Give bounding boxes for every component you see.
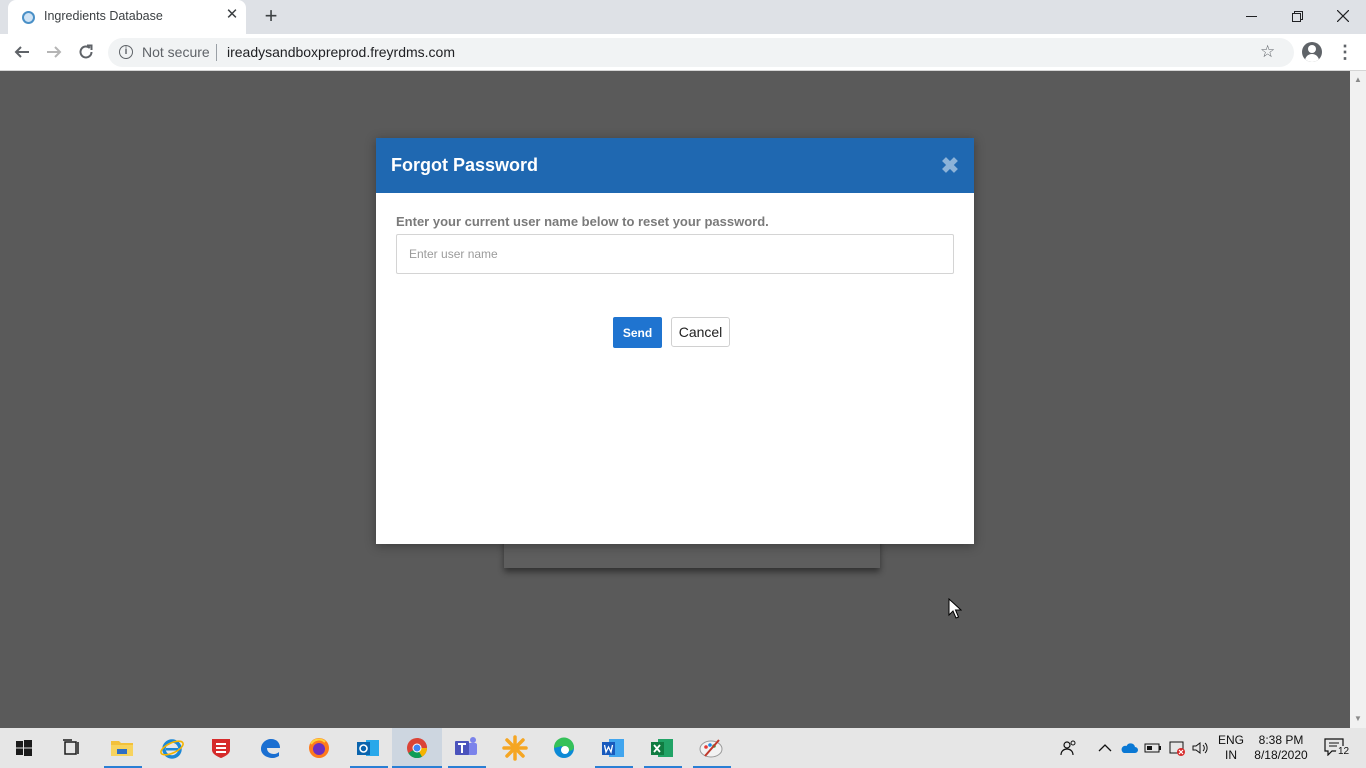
reload-button[interactable] — [74, 40, 98, 64]
clock-time: 8:38 PM — [1258, 733, 1304, 747]
minimize-icon — [1245, 15, 1257, 17]
globe-icon — [22, 11, 35, 24]
language-indicator[interactable]: ENG IN — [1218, 733, 1244, 763]
volume-icon[interactable] — [1191, 739, 1209, 757]
restore-icon — [1291, 10, 1303, 22]
username-input[interactable] — [396, 234, 954, 274]
reload-icon — [79, 44, 93, 59]
browser-tab[interactable]: Ingredients Database ✕ — [8, 0, 246, 34]
address-bar[interactable]: i Not secure ireadysandboxpreprod.freyrd… — [108, 38, 1294, 67]
system-clock[interactable]: 8:38 PM 8/18/2020 — [1252, 733, 1310, 763]
chrome-icon[interactable] — [403, 734, 431, 762]
asterisk-app-icon[interactable] — [501, 734, 529, 762]
edge-chromium-icon[interactable] — [550, 734, 578, 762]
scroll-up-icon[interactable]: ▲ — [1350, 73, 1366, 87]
task-view-icon[interactable] — [58, 734, 86, 762]
dialog-title: Forgot Password — [391, 155, 539, 175]
internet-explorer-icon[interactable] — [158, 734, 186, 762]
language-code: ENG — [1218, 733, 1245, 747]
bookmark-star-icon[interactable]: ☆ — [1260, 42, 1275, 62]
url-text[interactable]: ireadysandboxpreprod.freyrdms.com — [227, 44, 455, 60]
clock-date: 8/18/2020 — [1254, 748, 1308, 762]
file-explorer-icon[interactable] — [108, 734, 136, 762]
mouse-cursor-icon — [948, 598, 962, 619]
forgot-password-dialog: Forgot Password ✖ Enter your current use… — [376, 138, 974, 544]
restore-button[interactable] — [1274, 0, 1320, 30]
window-close-button[interactable] — [1320, 0, 1366, 30]
tab-close-button[interactable]: ✕ — [224, 7, 240, 23]
profile-icon[interactable] — [1302, 42, 1322, 62]
vertical-scrollbar[interactable]: ▲ ▼ — [1350, 71, 1366, 728]
dialog-header: Forgot Password ✖ — [376, 138, 974, 193]
windows-taskbar: ENG IN 8:38 PM 8/18/2020 12 — [0, 728, 1366, 768]
tab-strip: Ingredients Database ✕ + — [0, 0, 1366, 34]
excel-icon[interactable] — [648, 734, 676, 762]
word-icon[interactable] — [599, 734, 627, 762]
people-icon[interactable] — [1060, 739, 1078, 757]
edge-legacy-icon[interactable] — [256, 734, 284, 762]
language-region: IN — [1225, 748, 1237, 762]
action-center-button[interactable]: 12 — [1324, 738, 1352, 758]
address-separator — [216, 44, 217, 61]
teams-icon[interactable] — [452, 734, 480, 762]
forward-button[interactable] — [42, 40, 66, 64]
windows-start-icon[interactable] — [10, 734, 38, 762]
security-label[interactable]: Not secure — [142, 44, 210, 60]
arrow-left-icon — [14, 46, 29, 58]
tab-title: Ingredients Database — [44, 9, 163, 23]
notification-count: 12 — [1336, 746, 1352, 758]
battery-icon[interactable] — [1144, 739, 1162, 757]
network-warning-icon[interactable] — [1168, 739, 1186, 757]
info-icon[interactable]: i — [119, 45, 133, 59]
paint-app-icon[interactable] — [697, 734, 725, 762]
menu-dots-icon[interactable]: ⋮ — [1336, 40, 1354, 64]
close-icon — [1336, 9, 1350, 22]
firefox-icon[interactable] — [305, 734, 333, 762]
back-button[interactable] — [10, 40, 34, 64]
outlook-icon[interactable] — [354, 734, 382, 762]
dialog-close-button[interactable]: ✖ — [938, 154, 962, 178]
onedrive-cloud-icon[interactable] — [1120, 739, 1138, 757]
minimize-button[interactable] — [1228, 0, 1274, 30]
chevron-up-icon[interactable] — [1096, 739, 1114, 757]
browser-toolbar: i Not secure ireadysandboxpreprod.freyrd… — [0, 34, 1366, 71]
arrow-right-icon — [47, 46, 62, 58]
reset-instruction: Enter your current user name below to re… — [396, 214, 769, 229]
scroll-down-icon[interactable]: ▼ — [1350, 712, 1366, 726]
fortinet-shield-icon[interactable] — [207, 734, 235, 762]
new-tab-button[interactable]: + — [260, 5, 282, 27]
send-button[interactable]: Send — [613, 317, 662, 348]
cancel-button[interactable]: Cancel — [671, 317, 730, 347]
